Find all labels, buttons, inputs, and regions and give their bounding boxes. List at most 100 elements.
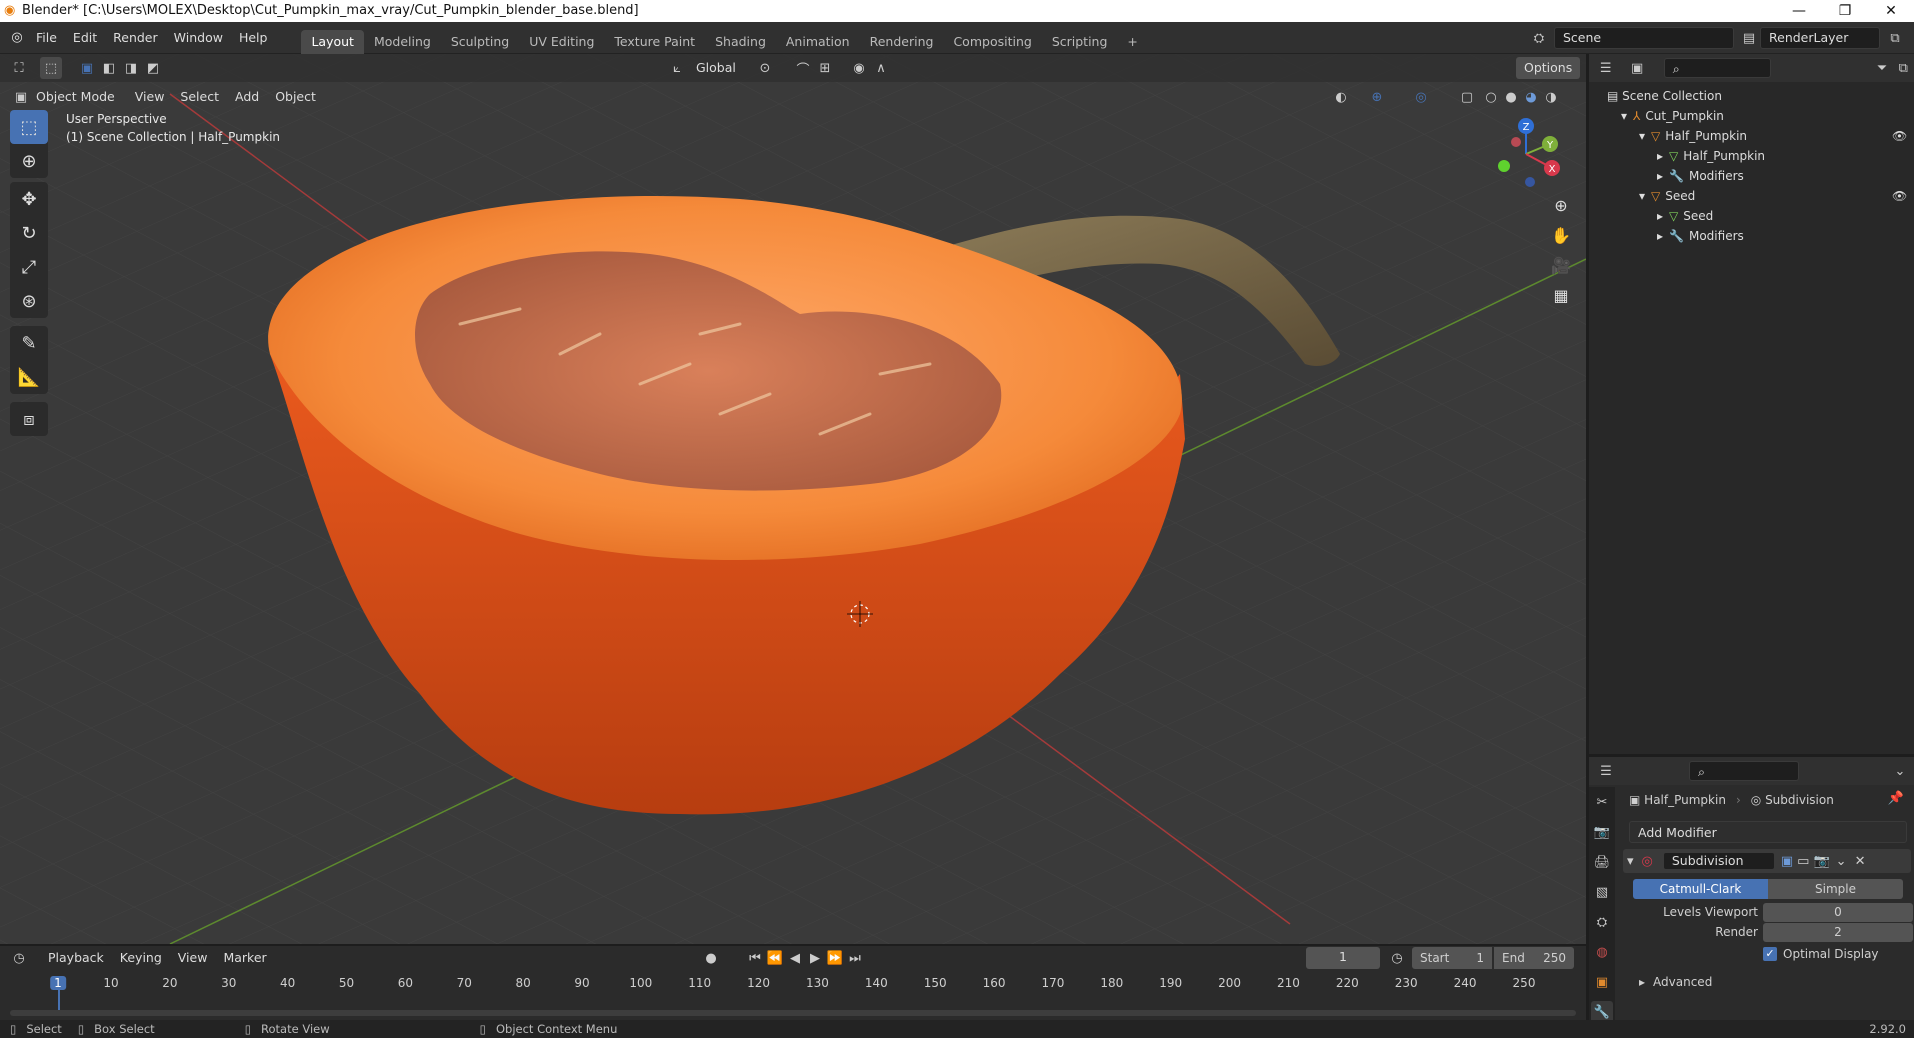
snap-icon[interactable]: ⌒ bbox=[792, 57, 814, 79]
expand-toggle-icon[interactable]: ▾ bbox=[1639, 129, 1645, 143]
editor-type-icon[interactable]: ⛶ bbox=[8, 57, 30, 79]
tab-texture-paint[interactable]: Texture Paint bbox=[604, 30, 705, 54]
timeline-frame-ruler[interactable]: 1 10 20 30 40 50 60 70 80 90 100 110 120 130 140 150 160… bbox=[0, 946, 1586, 1020]
extend-mode-icon[interactable]: ◧ bbox=[98, 57, 120, 79]
menu-add[interactable]: Add bbox=[227, 82, 267, 112]
view-layer-selector[interactable]: RenderLayer bbox=[1760, 27, 1880, 49]
material-shading-icon[interactable]: ◕ bbox=[1520, 86, 1542, 108]
box-select-mode-icon[interactable]: ▣ bbox=[76, 57, 98, 79]
menu-object[interactable]: Object bbox=[267, 82, 324, 112]
close-window-button[interactable]: ✕ bbox=[1868, 0, 1914, 22]
expand-toggle-icon[interactable]: ▸ bbox=[1657, 149, 1663, 163]
collapse-icon[interactable]: ▾ bbox=[1627, 854, 1634, 869]
new-view-layer-icon[interactable]: ⧉ bbox=[1884, 27, 1906, 49]
add-modifier-dropdown[interactable]: Add Modifier bbox=[1629, 821, 1907, 843]
gizmo-toggle-icon[interactable]: ⊕ bbox=[1366, 86, 1388, 108]
outliner-item[interactable]: ▾ ⅄ Cut_Pumpkin bbox=[1621, 106, 1724, 126]
menu-file[interactable]: File bbox=[28, 22, 65, 54]
outliner-editor-icon[interactable]: ☰ bbox=[1595, 57, 1616, 79]
options-dropdown[interactable]: Options bbox=[1516, 57, 1581, 79]
minimize-button[interactable]: — bbox=[1776, 0, 1822, 22]
object-mode-icon[interactable]: ▣ bbox=[10, 86, 32, 108]
transform-orientation-dropdown[interactable]: Global bbox=[688, 57, 744, 79]
tab-modeling[interactable]: Modeling bbox=[364, 30, 441, 54]
modifier-name-field[interactable]: Subdivision bbox=[1662, 852, 1775, 870]
tool-tab-icon[interactable]: ✂ bbox=[1591, 791, 1613, 813]
edit-mode-toggle-icon[interactable]: ▣ bbox=[1781, 854, 1793, 869]
world-tab-icon[interactable]: ◍ bbox=[1591, 941, 1613, 963]
remove-modifier-icon[interactable]: ✕ bbox=[1855, 854, 1866, 869]
measure-tool-icon[interactable]: 📐 bbox=[10, 360, 48, 394]
outliner-item[interactable]: ▾ ▽ Half_Pumpkin 👁 bbox=[1639, 126, 1907, 146]
object-mode-dropdown[interactable]: Object Mode bbox=[32, 82, 119, 112]
menu-view[interactable]: View bbox=[127, 82, 173, 112]
tab-scripting[interactable]: Scripting bbox=[1042, 30, 1118, 54]
maximize-button[interactable]: ❐ bbox=[1822, 0, 1868, 22]
annotate-tool-icon[interactable]: ✎ bbox=[10, 326, 48, 360]
pivot-point-icon[interactable]: ⊙ bbox=[754, 57, 776, 79]
zoom-icon[interactable]: ⊕ bbox=[1546, 190, 1576, 220]
render-toggle-icon[interactable]: 📷 bbox=[1813, 854, 1829, 869]
tab-layout[interactable]: Layout bbox=[301, 29, 364, 54]
outliner-item[interactable]: ▸ 🔧 Modifiers bbox=[1657, 226, 1744, 246]
properties-editor-icon[interactable]: ☰ bbox=[1595, 760, 1617, 782]
tab-sculpting[interactable]: Sculpting bbox=[441, 30, 519, 54]
viewport-scene[interactable] bbox=[0, 54, 1586, 944]
select-mode-icon[interactable]: ⬚ bbox=[40, 57, 62, 79]
overlays-icon[interactable]: ◎ bbox=[1410, 86, 1432, 108]
viewport-toggle-icon[interactable]: ▭ bbox=[1797, 854, 1809, 869]
menu-select[interactable]: Select bbox=[172, 82, 227, 112]
expand-toggle-icon[interactable]: ▾ bbox=[1639, 189, 1645, 203]
rendered-shading-icon[interactable]: ◑ bbox=[1540, 86, 1562, 108]
select-tool-icon[interactable]: ⬚ bbox=[10, 110, 48, 144]
expand-toggle-icon[interactable]: ▸ bbox=[1657, 169, 1663, 183]
expand-toggle-icon[interactable]: ▾ bbox=[1621, 109, 1627, 123]
xray-icon[interactable]: ▢ bbox=[1456, 86, 1478, 108]
render-tab-icon[interactable]: 📷 bbox=[1591, 821, 1613, 843]
ortho-grid-icon[interactable]: ▦ bbox=[1546, 280, 1576, 310]
display-mode-icon[interactable]: ▣ bbox=[1626, 57, 1647, 79]
tab-compositing[interactable]: Compositing bbox=[943, 30, 1041, 54]
scale-tool-icon[interactable]: ⤢ bbox=[10, 250, 48, 284]
scene-icon[interactable]: ⛭ bbox=[1528, 27, 1550, 49]
wireframe-shading-icon[interactable]: ○ bbox=[1480, 86, 1502, 108]
orientation-icon[interactable]: ⟀ bbox=[666, 57, 688, 79]
pin-icon[interactable]: 📌 bbox=[1888, 791, 1904, 806]
cursor-tool-icon[interactable]: ⊕ bbox=[10, 144, 48, 178]
menu-render[interactable]: Render bbox=[105, 22, 166, 54]
new-collection-icon[interactable]: ⧉ bbox=[1893, 57, 1914, 79]
proportional-edit-icon[interactable]: ◉ bbox=[848, 57, 870, 79]
scene-tab-icon[interactable]: ⛭ bbox=[1591, 911, 1613, 933]
intersect-mode-icon[interactable]: ◩ bbox=[142, 57, 164, 79]
output-tab-icon[interactable]: 🖨 bbox=[1591, 851, 1613, 873]
blender-menu-icon[interactable]: ◎ bbox=[6, 27, 28, 49]
snap-target-icon[interactable]: ⊞ bbox=[814, 57, 836, 79]
subtract-mode-icon[interactable]: ◨ bbox=[120, 57, 142, 79]
visibility-icon[interactable]: ◐ bbox=[1330, 86, 1352, 108]
advanced-subpanel[interactable]: ▸ Advanced bbox=[1639, 975, 1712, 989]
transform-tool-icon[interactable]: ⊛ bbox=[10, 284, 48, 318]
levels-viewport-field[interactable]: 0 bbox=[1763, 903, 1913, 922]
render-levels-field[interactable]: 2 bbox=[1763, 923, 1913, 942]
modifier-menu-icon[interactable]: ⌄ bbox=[1836, 854, 1847, 869]
outliner-item[interactable]: ▸ ▽ Seed bbox=[1657, 206, 1713, 226]
filter-icon[interactable]: ⏷ bbox=[1871, 57, 1892, 79]
menu-edit[interactable]: Edit bbox=[65, 22, 105, 54]
tab-simple[interactable]: Simple bbox=[1768, 879, 1903, 899]
view-layer-icon[interactable]: ▤ bbox=[1738, 27, 1760, 49]
add-workspace-button[interactable]: + bbox=[1117, 30, 1147, 54]
tab-rendering[interactable]: Rendering bbox=[860, 30, 944, 54]
view-layer-tab-icon[interactable]: ▧ bbox=[1591, 881, 1613, 903]
properties-search-input[interactable]: ⌕ bbox=[1689, 761, 1799, 781]
outliner-item[interactable]: ▾ ▽ Seed 👁 bbox=[1639, 186, 1907, 206]
expand-toggle-icon[interactable]: ▸ bbox=[1657, 229, 1663, 243]
visibility-eye-icon[interactable]: 👁 bbox=[1892, 126, 1907, 146]
timeline-scrollbar[interactable] bbox=[10, 1010, 1576, 1016]
solid-shading-icon[interactable]: ● bbox=[1500, 86, 1522, 108]
expand-toggle-icon[interactable]: ▸ bbox=[1657, 209, 1663, 223]
move-tool-icon[interactable]: ✥ bbox=[10, 182, 48, 216]
outliner-scene-collection[interactable]: ▤ Scene Collection bbox=[1607, 86, 1722, 106]
camera-view-icon[interactable]: 🎥 bbox=[1546, 250, 1576, 280]
tab-shading[interactable]: Shading bbox=[705, 30, 776, 54]
tab-animation[interactable]: Animation bbox=[776, 30, 860, 54]
